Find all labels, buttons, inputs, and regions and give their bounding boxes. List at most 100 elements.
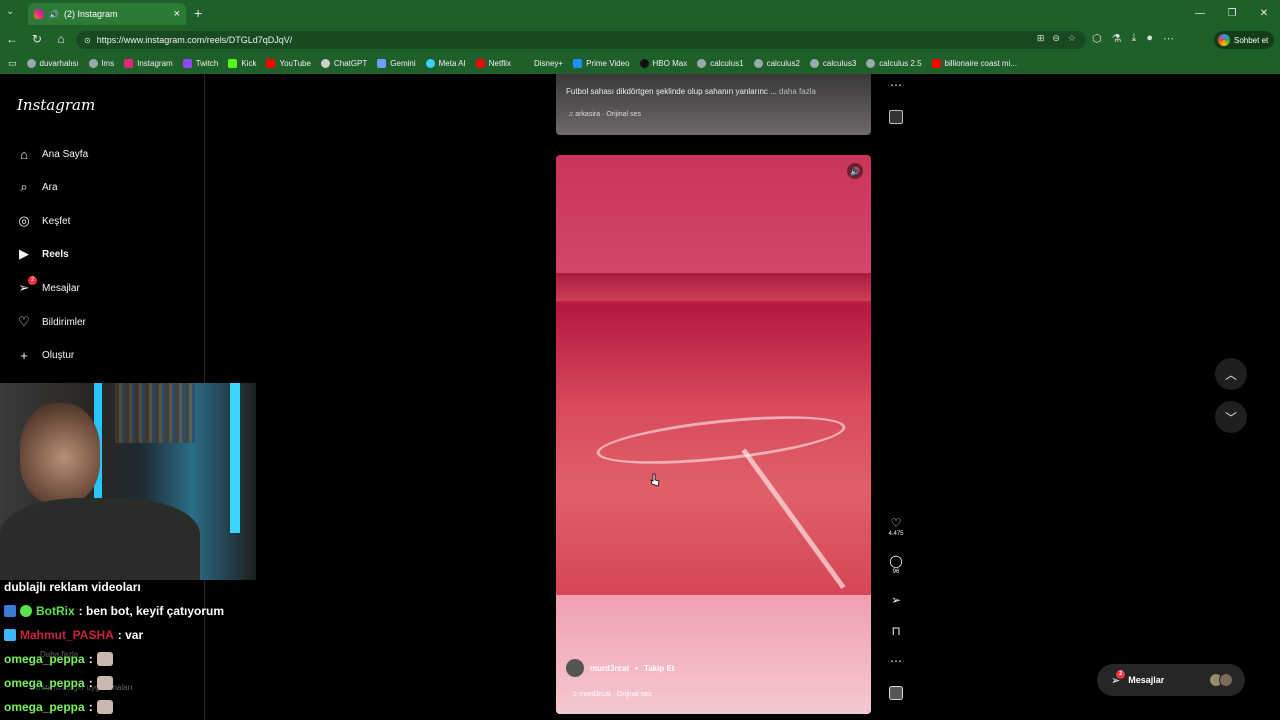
sidebar-item-reels[interactable]: ▶ Reels: [16, 246, 69, 262]
tab-list-chevron-icon[interactable]: ⌄: [6, 6, 14, 17]
more-options-icon[interactable]: ⋯: [885, 78, 907, 92]
url-text: https://www.instagram.com/reels/DTGLd7qD…: [96, 35, 293, 45]
chat-message: omega_peppa :: [4, 652, 113, 666]
bookmark-item[interactable]: duvarhalısı: [26, 58, 79, 68]
bookmark-item[interactable]: Kick: [228, 58, 256, 68]
bookmark-item[interactable]: calculus3: [809, 58, 856, 68]
sidebar-item-create[interactable]: + Oluştur: [16, 347, 74, 363]
bookmark-item[interactable]: Netflix: [475, 58, 511, 68]
comment-count: 96: [892, 569, 900, 575]
sidebar-item-label: Ara: [42, 181, 58, 193]
previous-reel-button[interactable]: ︿: [1215, 358, 1247, 390]
reel-video[interactable]: 🔊 murd3rcat • Takip Et ♫ murd3rcat · Ori…: [556, 155, 871, 714]
sidebar-item-label: Reels: [42, 248, 69, 260]
kick-icon: [228, 58, 238, 68]
chat-message: omega_peppa :: [4, 676, 113, 690]
close-window-icon[interactable]: ✕: [1248, 0, 1280, 28]
save-bookmark-icon[interactable]: ⊓: [885, 624, 907, 638]
share-icon[interactable]: ➢: [885, 593, 907, 607]
copilot-label: Sohbet et: [1234, 35, 1269, 45]
field-band: [556, 273, 871, 301]
bookmark-item[interactable]: Gemini: [377, 58, 416, 68]
browser-tab[interactable]: 🔊 (2) Instagram ×: [28, 3, 186, 25]
sidebar-item-label: Keşfet: [42, 215, 71, 227]
avatar: [1219, 673, 1233, 687]
sidebar-item-label: Ana Sayfa: [42, 148, 89, 160]
bookmark-item[interactable]: calculus 2.5: [866, 58, 922, 68]
bookmark-item[interactable]: lms: [88, 58, 114, 68]
compass-icon: ◎: [18, 213, 30, 228]
bookmark-item[interactable]: YouTube: [266, 58, 311, 68]
more-options-icon[interactable]: ⋯: [885, 654, 907, 668]
like-count: 4.475: [888, 531, 904, 537]
restore-icon[interactable]: ❐: [1216, 0, 1248, 28]
audio-label[interactable]: ♫ murd3rcat · Orijinal ses: [572, 691, 652, 698]
twitch-icon: [182, 58, 192, 68]
downloads-icon[interactable]: ⤓: [1131, 32, 1136, 45]
bookmark-item[interactable]: Instagram: [124, 58, 173, 68]
bookshelf: [115, 383, 195, 443]
next-reel-button[interactable]: ﹀: [1215, 401, 1247, 433]
sidebar-item-search[interactable]: ⌕ Ara: [16, 179, 58, 195]
bookmark-item[interactable]: Prime Video: [573, 58, 630, 68]
favorites-icon[interactable]: ⚗: [1112, 32, 1122, 45]
subscriber-badge-icon: [4, 629, 16, 641]
instagram-logo[interactable]: Instagram: [17, 96, 95, 114]
new-tab-button[interactable]: +: [194, 5, 202, 21]
home-browser-icon[interactable]: ⌂: [53, 32, 69, 46]
prev-reel-thumbnail[interactable]: [889, 110, 903, 124]
instagram-icon: [124, 58, 134, 68]
comment-button[interactable]: ◯ 96: [885, 554, 907, 575]
browser-tools: ⬡ ⚗ ⤓ ● ⋯: [1092, 32, 1174, 45]
avatar[interactable]: [566, 659, 584, 677]
app-available-icon[interactable]: ⊞: [1037, 33, 1045, 44]
sidebar-item-notifications[interactable]: ♡ Bildirimler: [16, 314, 86, 330]
address-bar-actions: ⊞ ⊖ ☆: [1037, 33, 1076, 44]
bookmark-item[interactable]: HBO Max: [639, 58, 687, 68]
favorite-star-icon[interactable]: ☆: [1068, 33, 1076, 44]
prime-video-icon: [573, 58, 583, 68]
follow-button[interactable]: Takip Et: [644, 664, 675, 673]
tab-close-icon[interactable]: ×: [174, 8, 180, 20]
audio-label[interactable]: ♫ arkasira · Orijinal ses: [568, 111, 641, 118]
webcam-overlay: [0, 383, 256, 580]
messages-pill[interactable]: ➢ 2 Mesajlar: [1097, 664, 1245, 696]
more-link[interactable]: daha fazla: [779, 87, 816, 96]
minimize-icon[interactable]: —: [1184, 0, 1216, 28]
bookmark-item[interactable]: ChatGPT: [320, 58, 367, 68]
copilot-icon: [1218, 34, 1230, 46]
author-name[interactable]: murd3rcat: [590, 664, 629, 673]
refresh-icon[interactable]: ↻: [29, 32, 45, 46]
chat-username: omega_peppa: [4, 652, 85, 666]
back-icon[interactable]: ←: [4, 32, 20, 46]
sidebar-item-home[interactable]: ⌂ Ana Sayfa: [16, 146, 88, 162]
audio-thumbnail[interactable]: [889, 686, 903, 700]
bookmarks-bar: ▭ duvarhalısı lms Instagram Twitch Kick …: [0, 52, 1280, 74]
reel-caption: Futbol sahası dikdörtgen şeklinde olup s…: [566, 87, 816, 96]
zoom-icon[interactable]: ⊖: [1052, 33, 1060, 44]
bookmark-item[interactable]: Disney+: [520, 58, 563, 68]
menu-icon[interactable]: ⋯: [1163, 32, 1174, 45]
cat-emote-icon: [96, 652, 113, 666]
globe-icon: [866, 58, 876, 68]
meta-ai-icon: [425, 58, 435, 68]
volume-icon[interactable]: 🔊: [847, 163, 863, 179]
previous-reel[interactable]: Futbol sahası dikdörtgen şeklinde olup s…: [556, 74, 871, 135]
bookmark-item[interactable]: Meta AI: [425, 58, 466, 68]
copilot-button[interactable]: Sohbet et: [1214, 31, 1275, 49]
bookmarks-menu-icon[interactable]: ▭: [8, 58, 17, 69]
speaker-icon[interactable]: 🔊: [49, 10, 59, 19]
bookmark-item[interactable]: calculus1: [697, 58, 744, 68]
profile-icon[interactable]: ●: [1146, 32, 1153, 45]
address-bar[interactable]: ⊙ https://www.instagram.com/reels/DTGLd7…: [76, 31, 1086, 49]
bookmark-item[interactable]: calculus2: [753, 58, 800, 68]
chat-message: BotRix : ben bot, keyif çatıyorum: [4, 604, 224, 618]
extensions-icon[interactable]: ⬡: [1092, 32, 1102, 45]
plus-icon: +: [20, 347, 28, 363]
bookmark-item[interactable]: Twitch: [182, 58, 218, 68]
like-button[interactable]: ♡ 4.475: [885, 516, 907, 537]
sidebar-item-messages[interactable]: ➢ 2 Mesajlar: [16, 276, 80, 296]
sidebar-item-explore[interactable]: ◎ Keşfet: [16, 213, 70, 229]
bookmark-item[interactable]: billionaire coast mi...: [931, 58, 1017, 68]
site-info-icon[interactable]: ⊙: [84, 36, 91, 45]
